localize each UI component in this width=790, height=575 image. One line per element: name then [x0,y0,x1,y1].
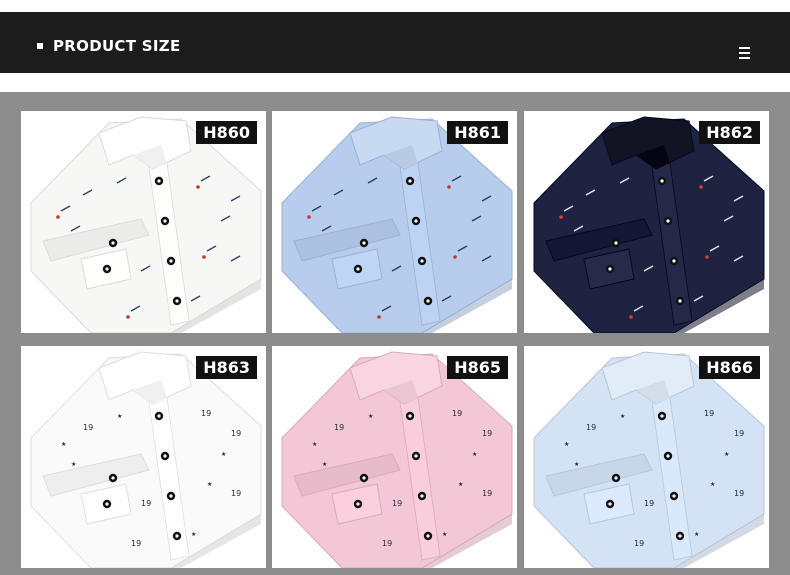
product-grid: H860 H861 H862 ★ 19 ★ 19 ★ 19 ★ 19 ★ 19 ★ 19 H863 ★… [0,92,790,575]
page-title: PRODUCT SIZE [53,37,181,55]
menu-icon[interactable] [739,47,750,59]
svg-text:★: ★ [442,531,447,538]
svg-text:19: 19 [231,489,241,498]
svg-text:★: ★ [322,461,327,468]
product-card[interactable]: ★ 19 ★ 19 ★ 19 ★ 19 ★ 19 ★ 19 H866 [524,346,769,568]
svg-text:★: ★ [564,441,569,448]
product-card[interactable]: ★ 19 ★ 19 ★ 19 ★ 19 ★ 19 ★ 19 H865 [272,346,517,568]
svg-text:★: ★ [191,531,196,538]
svg-text:★: ★ [694,531,699,538]
svg-text:19: 19 [83,423,93,432]
svg-text:19: 19 [586,423,596,432]
product-code-label: H863 [196,356,257,379]
shirt-image [272,111,517,333]
svg-text:19: 19 [704,409,714,418]
svg-text:★: ★ [472,451,477,458]
svg-text:19: 19 [131,539,141,548]
product-code-label: H861 [447,121,508,144]
svg-text:★: ★ [61,441,66,448]
product-code-label: H866 [699,356,760,379]
shirt-image: ★ 19 ★ 19 ★ 19 ★ 19 ★ 19 ★ 19 [524,346,769,568]
svg-text:19: 19 [634,539,644,548]
svg-text:19: 19 [392,499,402,508]
svg-text:19: 19 [734,489,744,498]
svg-text:19: 19 [644,499,654,508]
svg-text:19: 19 [334,423,344,432]
svg-text:19: 19 [452,409,462,418]
product-code-label: H860 [196,121,257,144]
product-card[interactable]: H860 [21,111,266,333]
svg-text:★: ★ [368,413,373,420]
svg-text:★: ★ [574,461,579,468]
svg-text:★: ★ [312,441,317,448]
product-code-label: H865 [447,356,508,379]
svg-text:19: 19 [734,429,744,438]
svg-text:19: 19 [482,429,492,438]
header-bar: PRODUCT SIZE [0,12,790,73]
svg-text:★: ★ [710,481,715,488]
shirt-image: ★ 19 ★ 19 ★ 19 ★ 19 ★ 19 ★ 19 [272,346,517,568]
product-card[interactable]: H862 [524,111,769,333]
svg-text:19: 19 [231,429,241,438]
bullet-icon [37,43,43,49]
svg-text:★: ★ [221,451,226,458]
product-card[interactable]: ★ 19 ★ 19 ★ 19 ★ 19 ★ 19 ★ 19 H863 [21,346,266,568]
shirt-image [524,111,769,333]
svg-text:19: 19 [482,489,492,498]
shirt-image [21,111,266,333]
product-card[interactable]: H861 [272,111,517,333]
svg-text:★: ★ [620,413,625,420]
svg-text:19: 19 [201,409,211,418]
svg-text:★: ★ [71,461,76,468]
svg-text:19: 19 [141,499,151,508]
shirt-image: ★ 19 ★ 19 ★ 19 ★ 19 ★ 19 ★ 19 [21,346,266,568]
svg-text:★: ★ [724,451,729,458]
product-code-label: H862 [699,121,760,144]
svg-text:★: ★ [207,481,212,488]
svg-text:★: ★ [117,413,122,420]
svg-text:★: ★ [458,481,463,488]
svg-text:19: 19 [382,539,392,548]
